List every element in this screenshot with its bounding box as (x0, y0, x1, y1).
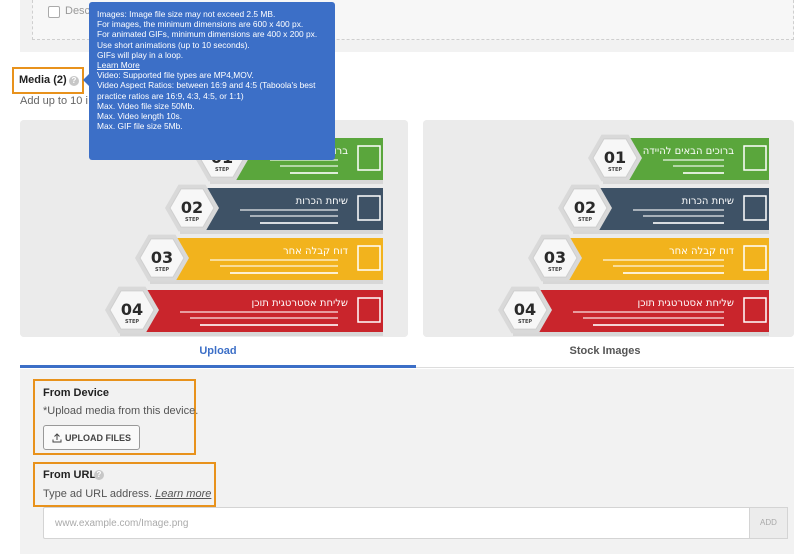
add-url-button[interactable]: ADD (750, 507, 788, 539)
step-text-line (603, 259, 724, 261)
step-shadow (150, 280, 383, 284)
step-text-line (240, 209, 338, 211)
tooltip-line: For animated GIFs, minimum dimensions ar… (97, 29, 318, 40)
step-shadow (513, 332, 769, 336)
step-number: 02 (574, 198, 596, 217)
step-text-line (210, 259, 338, 261)
step-shadow (573, 230, 769, 234)
tab-stock-images[interactable]: Stock Images (416, 340, 794, 368)
step-text-line (593, 324, 724, 326)
step-heading: שליחת אסטרטגית תוכן (638, 298, 735, 309)
step-text-line (663, 159, 724, 161)
step-shadow (543, 280, 769, 284)
step-shadow (120, 332, 383, 336)
step-word: STEP (518, 319, 532, 325)
step-heading: ברוכים הבאים להיידה (643, 146, 734, 157)
step-text-line (230, 272, 338, 274)
from-device-text: *Upload media from this device. (43, 405, 199, 417)
description-checkbox[interactable] (48, 6, 60, 18)
from-device-title: From Device (43, 387, 110, 399)
tooltip-line: Max. Video file size 50Mb. (97, 100, 195, 111)
step-word: STEP (578, 217, 592, 223)
stock-image-preview[interactable]: ברוכים הבאים להיידה 01 STEP שיחת הכרות 02 STE… (423, 120, 794, 337)
step-word: STEP (608, 167, 622, 173)
step-heading: דוח קבלה אחר (669, 246, 735, 257)
tooltip-line: Max. GIF file size 5Mb. (97, 121, 183, 132)
tab-upload[interactable]: Upload (20, 340, 416, 368)
step-text-line (260, 222, 338, 224)
step-number: 03 (151, 248, 173, 267)
question-circle-icon[interactable]: ? (69, 76, 79, 86)
step-heading: שיחת הכרות (296, 196, 348, 207)
step-text-line (623, 272, 724, 274)
step-word: STEP (185, 217, 199, 223)
tooltip-line: Max. Video length 10s. (97, 111, 183, 122)
media-subtitle: Add up to 10 i (20, 95, 88, 107)
step-text-line (573, 311, 724, 313)
step-number: 04 (121, 300, 143, 319)
description-label: Desc (65, 5, 91, 17)
step-text-line (220, 265, 338, 267)
step-text-line (613, 265, 724, 267)
step-text-line (633, 209, 724, 211)
tooltip-learn-more-link[interactable]: Learn More (97, 60, 327, 70)
url-input-row: ADD (43, 507, 788, 539)
step-number: 01 (604, 148, 626, 167)
media-title: Media (2) (19, 74, 67, 86)
steps-infographic-image: ברוכים הבאים להיידה01STEPשיחת הכרות02STE… (423, 120, 794, 337)
media-tooltip: Images: Image file size may not exceed 2… (89, 2, 335, 160)
upload-files-label: UPLOAD FILES (64, 432, 131, 443)
step-word: STEP (125, 319, 139, 325)
upload-files-button[interactable]: UPLOAD FILES (43, 425, 140, 450)
learn-more-link[interactable]: Learn more (155, 488, 211, 500)
from-url-title: From URL (43, 469, 97, 481)
step-text-line (180, 311, 338, 313)
step-number: 02 (181, 198, 203, 217)
step-text-line (200, 324, 338, 326)
tooltip-line: Use short animations (up to 10 seconds). (97, 39, 250, 50)
tooltip-line: Video: Supported file types are MP4,MOV. (97, 70, 254, 81)
step-text-line (190, 317, 338, 319)
tooltip-line: GIFs will play in a loop. (97, 49, 184, 60)
url-input[interactable] (43, 507, 750, 539)
step-heading: שיחת הכרות (682, 196, 734, 207)
step-number: 03 (544, 248, 566, 267)
question-circle-icon[interactable]: ? (94, 470, 104, 480)
from-url-text: Type ad URL address. Learn more (43, 488, 211, 500)
step-heading: דוח קבלה אחר (283, 246, 349, 257)
step-number: 04 (514, 300, 536, 319)
tooltip-line: Images: Image file size may not exceed 2… (97, 9, 276, 19)
step-text-line (673, 165, 724, 167)
step-text-line (583, 317, 724, 319)
step-text-line (643, 215, 724, 217)
step-shadow (180, 230, 383, 234)
tooltip-line: Video Aspect Ratios: between 16:9 and 4:… (97, 80, 316, 101)
from-url-instruction: Type ad URL address. (43, 488, 153, 500)
step-heading: שליחת אסטרטגית תוכן (252, 298, 349, 309)
step-word: STEP (215, 167, 229, 173)
step-text-line (280, 165, 338, 167)
tooltip-line: For images, the minimum dimensions are 6… (97, 19, 304, 30)
step-text-line (290, 172, 338, 174)
step-word: STEP (155, 267, 169, 273)
upload-icon (52, 432, 62, 442)
step-text-line (250, 215, 338, 217)
step-word: STEP (548, 267, 562, 273)
step-text-line (653, 222, 724, 224)
step-text-line (683, 172, 724, 174)
